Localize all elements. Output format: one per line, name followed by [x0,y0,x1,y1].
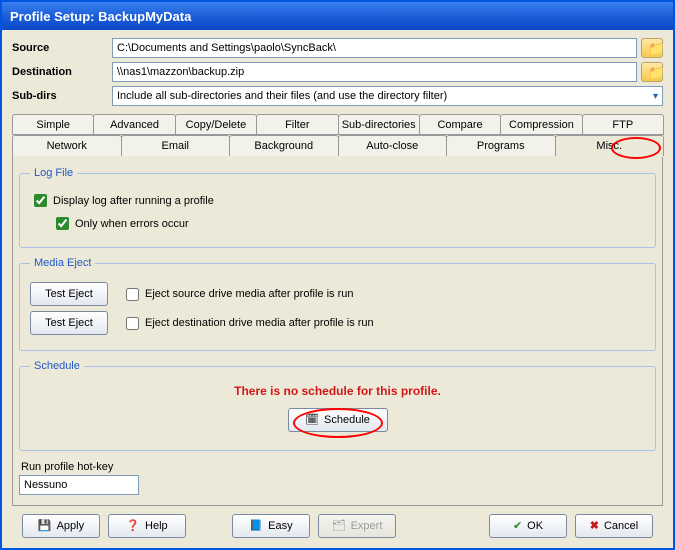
apply-button[interactable]: 💾 Apply [22,514,100,538]
source-label: Source [12,42,112,54]
test-eject-source-button[interactable]: Test Eject [30,282,108,306]
display-log-label[interactable]: Display log after running a profile [53,195,214,207]
eject-source-checkbox[interactable] [126,288,139,301]
ok-label: OK [527,520,543,532]
tab-email[interactable]: Email [121,135,231,156]
only-errors-checkbox[interactable] [56,217,69,230]
ok-button[interactable]: ✔ OK [489,514,567,538]
folder-icon: 📁 [648,42,665,55]
media-eject-legend: Media Eject [30,257,95,269]
source-input[interactable] [112,38,637,58]
tab-programs[interactable]: Programs [446,135,556,156]
schedule-legend: Schedule [30,360,84,372]
tab-simple[interactable]: Simple [12,114,94,135]
schedule-group: Schedule There is no schedule for this p… [19,360,656,451]
hotkey-label: Run profile hot-key [21,461,656,473]
expert-icon: 🗂 [332,521,346,532]
logfile-legend: Log File [30,167,77,179]
tab-filter[interactable]: Filter [256,114,338,135]
help-button[interactable]: ❓ Help [108,514,186,538]
check-icon: ✔ [513,521,522,532]
schedule-message: There is no schedule for this profile. [30,384,645,398]
window-title: Profile Setup: BackupMyData [10,9,191,24]
tab-network[interactable]: Network [12,135,122,156]
destination-label: Destination [12,66,112,78]
easy-icon: 📘 [249,521,263,532]
display-log-checkbox[interactable] [34,194,47,207]
only-errors-label[interactable]: Only when errors occur [75,218,189,230]
help-icon: ❓ [126,521,140,532]
source-browse-button[interactable]: 📁 [641,38,663,58]
tab-background[interactable]: Background [229,135,339,156]
floppy-icon: 💾 [38,521,52,532]
hotkey-input[interactable] [19,475,139,495]
tab-copy-delete[interactable]: Copy/Delete [175,114,257,135]
tab-sub-directories[interactable]: Sub-directories [338,114,420,135]
easy-label: Easy [268,520,292,532]
destination-browse-button[interactable]: 📁 [641,62,663,82]
media-eject-group: Media Eject Test Eject Eject source driv… [19,257,656,351]
eject-source-label[interactable]: Eject source drive media after profile i… [145,288,353,300]
tab-compression[interactable]: Compression [500,114,582,135]
apply-label: Apply [57,520,85,532]
tab-misc-[interactable]: Misc. [555,135,665,156]
folder-icon: 📁 [648,66,665,79]
subdirs-value: Include all sub-directories and their fi… [117,90,447,102]
help-label: Help [145,520,168,532]
cancel-label: Cancel [604,520,638,532]
tab-ftp[interactable]: FTP [582,114,664,135]
close-icon: ✖ [590,521,599,532]
destination-input[interactable] [112,62,637,82]
subdirs-label: Sub-dirs [12,90,112,102]
titlebar: Profile Setup: BackupMyData [2,2,673,30]
schedule-button-label: Schedule [324,414,370,426]
eject-dest-checkbox[interactable] [126,317,139,330]
test-eject-dest-button[interactable]: Test Eject [30,311,108,335]
tab-auto-close[interactable]: Auto-close [338,135,448,156]
cancel-button[interactable]: ✖ Cancel [575,514,653,538]
logfile-group: Log File Display log after running a pro… [19,167,656,248]
tab-advanced[interactable]: Advanced [93,114,175,135]
expert-label: Expert [351,520,383,532]
schedule-button[interactable]: 🗓 Schedule [288,408,388,432]
calendar-icon: 🗓 [305,415,319,426]
subdirs-select[interactable]: Include all sub-directories and their fi… [112,86,663,106]
tab-compare-options[interactable]: Compare Options [419,114,501,135]
easy-button[interactable]: 📘 Easy [232,514,310,538]
chevron-down-icon: ▾ [653,91,658,102]
eject-dest-label[interactable]: Eject destination drive media after prof… [145,317,374,329]
expert-button: 🗂 Expert [318,514,396,538]
